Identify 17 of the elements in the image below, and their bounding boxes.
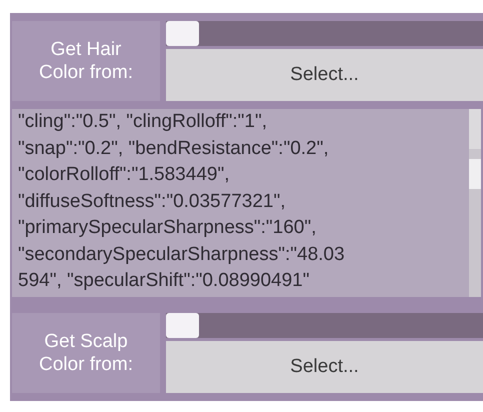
text-line: "primarySpecularSharpness":"160", bbox=[18, 216, 316, 240]
slider-thumb[interactable] bbox=[166, 313, 199, 338]
text-line: "cling":"0.5", "clingRolloff":"1", bbox=[18, 110, 267, 134]
text-line: "colorRolloff":"1.583449", bbox=[18, 163, 230, 187]
text-line: "snap":"0.2", "bendResistance":"0.2", bbox=[18, 136, 329, 160]
select-button[interactable]: Select... bbox=[166, 341, 483, 393]
select-button[interactable]: Select... bbox=[166, 49, 483, 101]
slider-track[interactable] bbox=[166, 313, 483, 338]
field-label: Get Hair Color from: bbox=[38, 38, 134, 84]
slider-thumb[interactable] bbox=[166, 21, 199, 46]
text-area[interactable] bbox=[12, 109, 481, 297]
text-line: "secondarySpecularSharpness":"48.03 bbox=[18, 242, 345, 266]
text-line: 594", "specularShift":"0.08990491" bbox=[18, 269, 310, 293]
field-label: Get Scalp Color from: bbox=[38, 330, 134, 376]
scrollbar[interactable] bbox=[469, 109, 481, 297]
slider-track[interactable] bbox=[166, 21, 483, 46]
text-line: "diffuseSoftness":"0.03577321", bbox=[18, 190, 286, 214]
